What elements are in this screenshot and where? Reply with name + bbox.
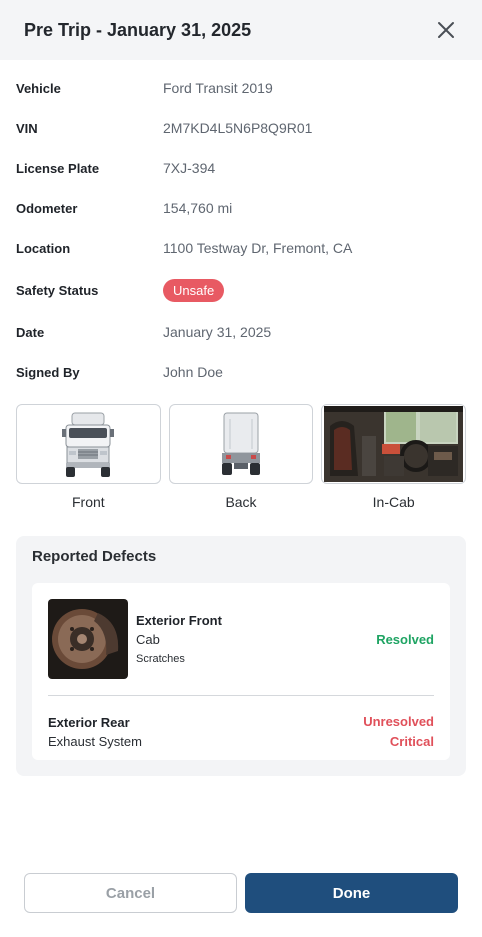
defects-list: Exterior Front Cab Scratches Resolved Ex… <box>32 583 450 760</box>
field-label: Odometer <box>16 200 78 216</box>
defect-text: Exterior Rear Exhaust System <box>48 715 142 749</box>
photo-back: Back <box>168 404 314 510</box>
vehicle-photos: Front Back In-Cab <box>0 400 482 510</box>
field-vehicle: Vehicle Ford Transit 2019 <box>16 68 466 108</box>
done-button[interactable]: Done <box>245 873 458 913</box>
field-odometer: Odometer 154,760 mi <box>16 188 466 228</box>
field-license-plate: License Plate 7XJ-394 <box>16 148 466 188</box>
defect-item[interactable]: Exterior Rear Exhaust System Unresolved … <box>48 712 434 752</box>
defect-status-group: Unresolved Critical <box>363 712 434 752</box>
field-value: 7XJ-394 <box>163 160 216 176</box>
field-vin: VIN 2M7KD4L5N6P8Q9R01 <box>16 108 466 148</box>
photo-label: Front <box>71 494 105 510</box>
field-label: Vehicle <box>16 80 61 96</box>
field-safety-status: Safety Status Unsafe <box>16 268 466 312</box>
photo-label: In-Cab <box>372 494 415 510</box>
in-cab-photo[interactable] <box>321 404 467 484</box>
photo-in-cab: In-Cab <box>321 404 467 510</box>
photo-front: Front <box>16 404 161 510</box>
field-label: Safety Status <box>16 282 99 298</box>
field-value: Ford Transit 2019 <box>163 80 273 96</box>
field-value: John Doe <box>163 364 223 380</box>
modal-header: Pre Trip - January 31, 2025 <box>0 0 482 60</box>
inspection-details: Vehicle Ford Transit 2019 VIN 2M7KD4L5N6… <box>0 60 482 392</box>
reported-defects-section: Reported Defects Exterior Front Cab Scra… <box>16 536 466 776</box>
defect-item[interactable]: Exterior Front Cab Scratches Resolved <box>48 599 434 679</box>
defect-component: Exhaust System <box>48 734 142 749</box>
field-value: 154,760 mi <box>163 200 233 216</box>
field-value: January 31, 2025 <box>163 324 272 340</box>
defect-info: Exterior Front Cab Scratches <box>48 599 222 679</box>
field-label: VIN <box>16 120 38 136</box>
field-label: Date <box>16 324 45 340</box>
modal-title: Pre Trip - January 31, 2025 <box>24 19 252 40</box>
field-label: Location <box>16 240 71 256</box>
brake-photo[interactable] <box>48 599 128 679</box>
defect-title: Exterior Front <box>136 613 222 628</box>
front-truck-photo[interactable] <box>16 404 161 484</box>
field-value: 2M7KD4L5N6P8Q9R01 <box>163 120 313 136</box>
defect-text: Exterior Front Cab Scratches <box>136 613 222 665</box>
close-icon[interactable] <box>434 18 458 42</box>
defect-component: Cab <box>136 632 160 647</box>
defect-status-resolved: Resolved <box>376 631 434 647</box>
defects-title: Reported Defects <box>32 548 157 565</box>
field-date: Date January 31, 2025 <box>16 312 466 352</box>
field-label: License Plate <box>16 160 100 176</box>
defect-note: Scratches <box>136 653 185 665</box>
defect-status-unresolved: Unresolved <box>363 714 434 729</box>
divider <box>48 695 434 696</box>
safety-status-badge: Unsafe <box>163 278 225 302</box>
back-truck-photo[interactable] <box>168 404 314 484</box>
cancel-button[interactable]: Cancel <box>24 873 237 913</box>
photo-label: Back <box>225 494 257 510</box>
footer-actions: Cancel Done <box>24 873 458 913</box>
defect-title: Exterior Rear <box>48 715 130 730</box>
defect-severity: Critical <box>389 734 434 749</box>
field-value: 1100 Testway Dr, Fremont, CA <box>163 240 353 256</box>
field-label: Signed By <box>16 364 80 380</box>
field-signed-by: Signed By John Doe <box>16 352 466 392</box>
field-location: Location 1100 Testway Dr, Fremont, CA <box>16 228 466 268</box>
